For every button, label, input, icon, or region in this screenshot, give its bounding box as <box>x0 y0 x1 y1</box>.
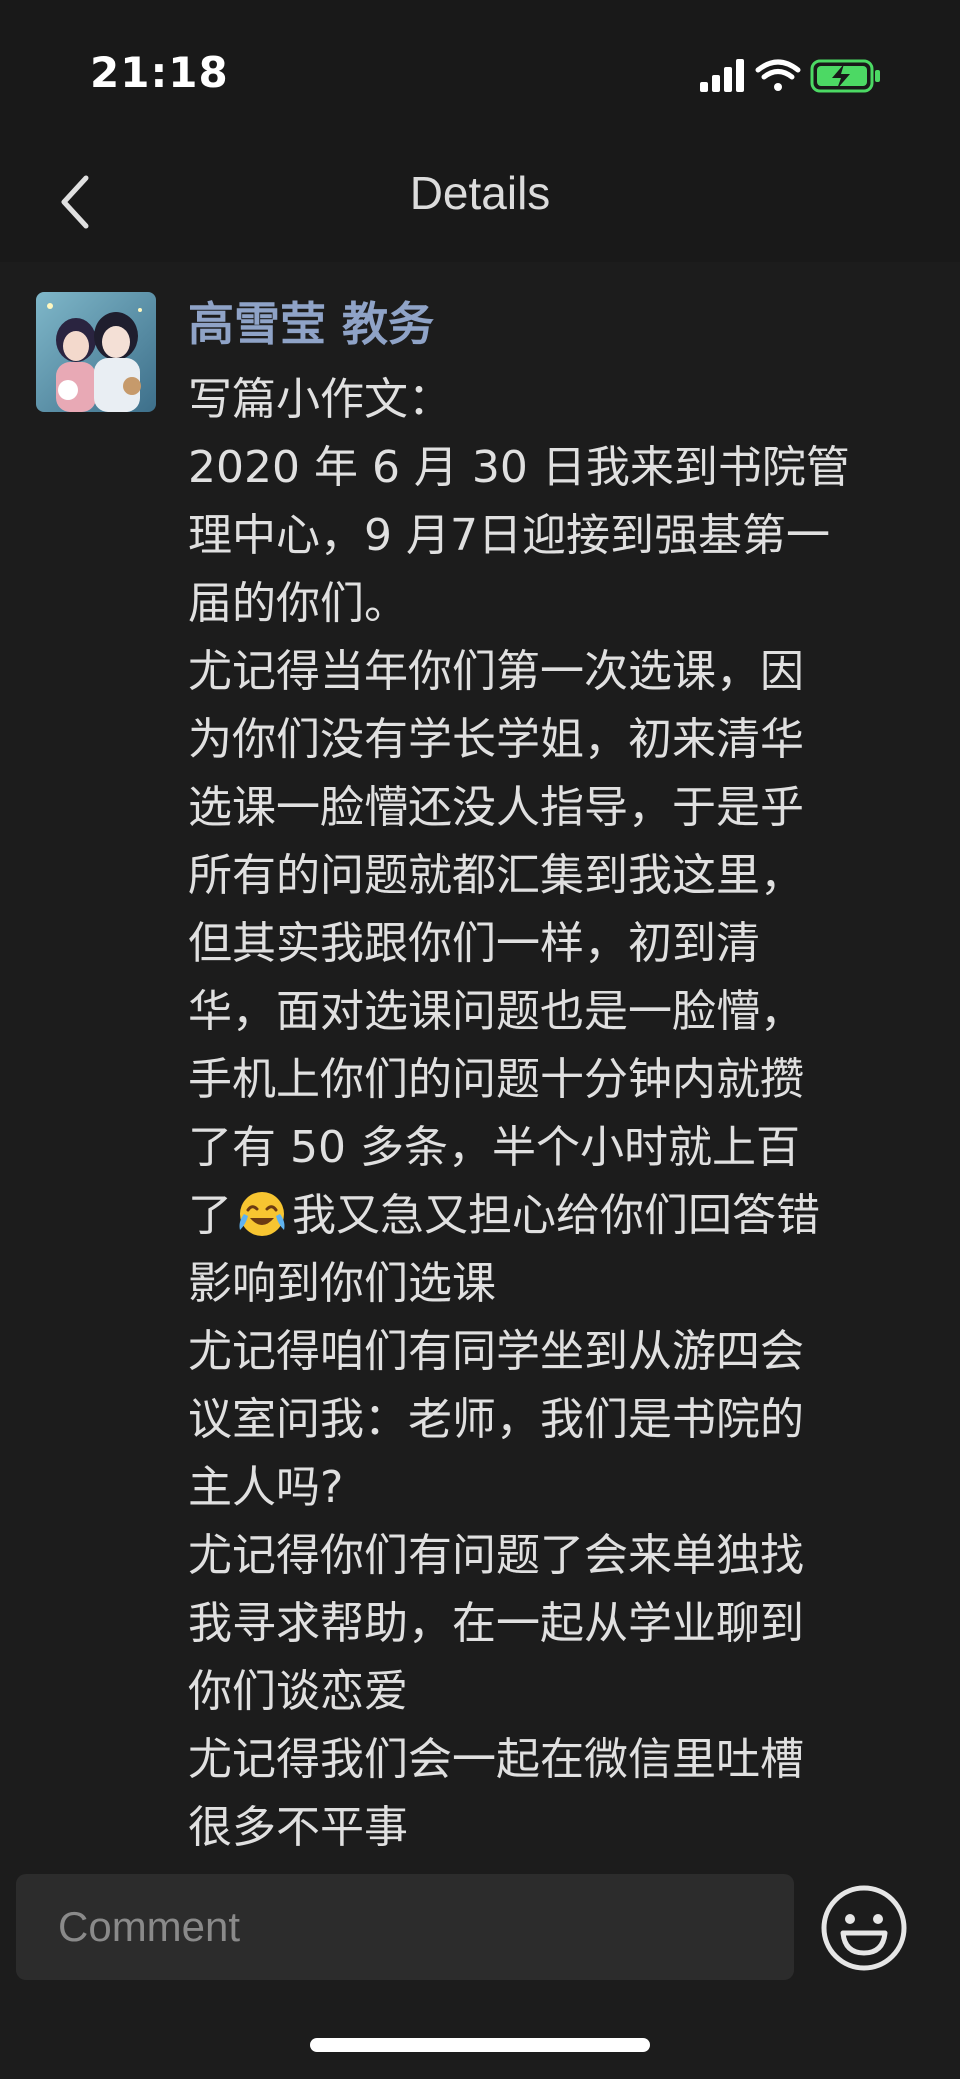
post-line: 写篇小作文： <box>188 374 452 425</box>
cellular-signal-icon <box>700 59 744 92</box>
avatar-image <box>36 292 156 412</box>
post-line: 但其实我跟你们一样，初到清 <box>188 918 760 969</box>
post-line: 为你们没有学长学姐，初来清华 <box>188 714 804 765</box>
post-line: 理中心，9 月7日迎接到强基第一 <box>188 510 830 561</box>
post-line-segment: 我又急又担心给你们回答错 <box>292 1190 820 1241</box>
post-line: 我寻求帮助，在一起从学业聊到 <box>188 1598 804 1649</box>
status-icons <box>698 56 908 98</box>
home-indicator <box>310 2038 650 2052</box>
wifi-icon <box>755 59 801 91</box>
post-line: 主人吗? <box>188 1462 344 1513</box>
avatar[interactable] <box>36 292 156 412</box>
crying-laughing-emoji-icon <box>239 1192 285 1236</box>
page-title: Details <box>409 167 551 219</box>
post-line: 届的你们。 <box>188 578 408 629</box>
comment-input[interactable] <box>16 1874 794 1980</box>
comment-bar <box>0 1870 960 2079</box>
post-line-with-emoji: 了 我又急又担心给你们回答错 <box>188 1182 928 1250</box>
post-line: 尤记得我们会一起在微信里吐槽 <box>188 1734 804 1785</box>
post-line: 选课一脸懵还没人指导，于是乎 <box>188 782 804 833</box>
smiley-face-icon <box>821 1885 907 1971</box>
post-line: 尤记得咱们有同学坐到从游四会 <box>188 1326 804 1377</box>
nav-bar: Details <box>0 150 960 262</box>
post-line: 很多不平事 <box>188 1802 408 1853</box>
post-line: 议室问我：老师，我们是书院的 <box>188 1394 804 1445</box>
post-line: 2020 年 6 月 30 日我来到书院管 <box>188 442 850 493</box>
post-text: 写篇小作文： 2020 年 6 月 30 日我来到书院管 理中心，9 月7日迎接… <box>188 366 928 1862</box>
post-line: 你们谈恋爱 <box>188 1666 408 1717</box>
emoji-button[interactable] <box>816 1880 912 1976</box>
post-line: 了有 50 多条，半个小时就上百 <box>188 1122 800 1173</box>
post-line: 影响到你们选课 <box>188 1258 496 1309</box>
post-line: 手机上你们的问题十分钟内就攒 <box>188 1054 804 1105</box>
author-name[interactable]: 高雪莹 教务 <box>188 294 434 354</box>
post-line: 尤记得你们有问题了会来单独找 <box>188 1530 804 1581</box>
post-line: 华，面对选课问题也是一脸懵， <box>188 986 804 1037</box>
post-content: 高雪莹 教务 写篇小作文： 2020 年 6 月 30 日我来到书院管 理中心，… <box>0 262 960 1870</box>
post-line: 所有的问题就都汇集到我这里， <box>188 850 804 901</box>
status-time: 21:18 <box>90 48 229 97</box>
post-line: 尤记得当年你们第一次选课，因 <box>188 646 804 697</box>
post-line-segment: 了 <box>188 1190 232 1241</box>
status-bar: 21:18 <box>0 0 960 150</box>
battery-charging-icon <box>810 59 880 93</box>
